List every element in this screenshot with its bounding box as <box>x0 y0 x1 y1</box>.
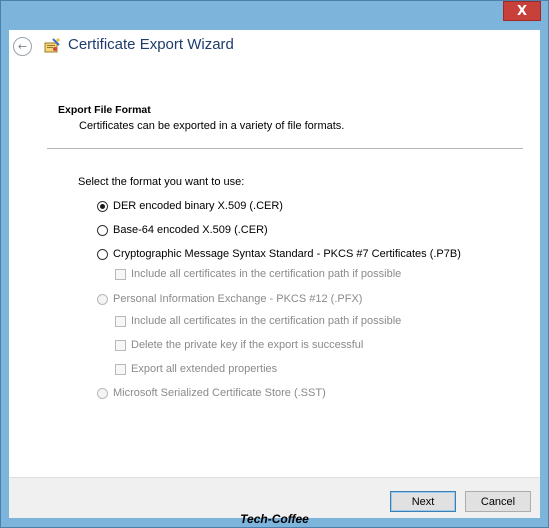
watermark-text: Tech-Coffee <box>240 512 309 526</box>
checkbox-pkcs7-include-option[interactable]: Include all certificates in the certific… <box>115 268 401 280</box>
radio-pfx-option[interactable]: Personal Information Exchange - PKCS #12… <box>97 293 362 305</box>
radio-der[interactable] <box>97 200 108 212</box>
radio-sst-label: Microsoft Serialized Certificate Store (… <box>113 387 326 399</box>
radio-base64[interactable] <box>97 224 108 236</box>
radio-pkcs7-option[interactable]: Cryptographic Message Syntax Standard - … <box>97 248 461 260</box>
checkbox-pkcs7-include-label: Include all certificates in the certific… <box>131 268 402 280</box>
radio-pfx[interactable] <box>97 293 108 305</box>
format-prompt: Select the format you want to use: <box>78 176 245 188</box>
checkbox-pfx-delete-key[interactable] <box>115 339 126 351</box>
close-icon: X <box>516 3 528 19</box>
radio-base64-option[interactable]: Base-64 encoded X.509 (.CER) <box>97 224 268 236</box>
checkbox-pfx-delete-key-option[interactable]: Delete the private key if the export is … <box>115 339 363 351</box>
radio-base64-label: Base-64 encoded X.509 (.CER) <box>113 224 268 236</box>
radio-der-label: DER encoded binary X.509 (.CER) <box>113 200 283 212</box>
radio-pkcs7[interactable] <box>97 248 108 260</box>
next-button[interactable]: Next <box>390 491 456 512</box>
checkbox-pfx-include[interactable] <box>115 315 126 327</box>
radio-pfx-label: Personal Information Exchange - PKCS #12… <box>113 293 363 305</box>
wizard-header: ← Certificate Export Wizard <box>9 30 540 63</box>
checkbox-pfx-export-ext[interactable] <box>115 363 126 375</box>
radio-sst-option[interactable]: Microsoft Serialized Certificate Store (… <box>97 387 326 399</box>
checkbox-pfx-include-label: Include all certificates in the certific… <box>131 315 402 327</box>
cancel-button[interactable]: Cancel <box>465 491 531 512</box>
radio-pkcs7-label: Cryptographic Message Syntax Standard - … <box>113 248 461 260</box>
checkbox-pfx-delete-key-label: Delete the private key if the export is … <box>131 339 364 351</box>
wizard-title: Certificate Export Wizard <box>68 36 234 53</box>
radio-sst[interactable] <box>97 387 108 399</box>
back-arrow-icon: ← <box>17 40 28 53</box>
back-button[interactable]: ← <box>13 37 32 56</box>
wizard-content: ← Certificate Export Wizard Export File … <box>9 30 540 518</box>
section-description: Certificates can be exported in a variet… <box>79 120 345 132</box>
section-title: Export File Format <box>58 104 151 116</box>
checkbox-pkcs7-include[interactable] <box>115 268 126 280</box>
dialog-window: X ← Certificate Export Wizard Export Fil… <box>0 0 549 528</box>
checkbox-pfx-include-option[interactable]: Include all certificates in the certific… <box>115 315 401 327</box>
checkbox-pfx-export-ext-option[interactable]: Export all extended properties <box>115 363 277 375</box>
checkbox-pfx-export-ext-label: Export all extended properties <box>131 363 278 375</box>
close-button[interactable]: X <box>503 1 541 21</box>
certificate-wizard-icon <box>44 38 60 53</box>
radio-der-option[interactable]: DER encoded binary X.509 (.CER) <box>97 200 283 212</box>
divider <box>47 148 523 149</box>
